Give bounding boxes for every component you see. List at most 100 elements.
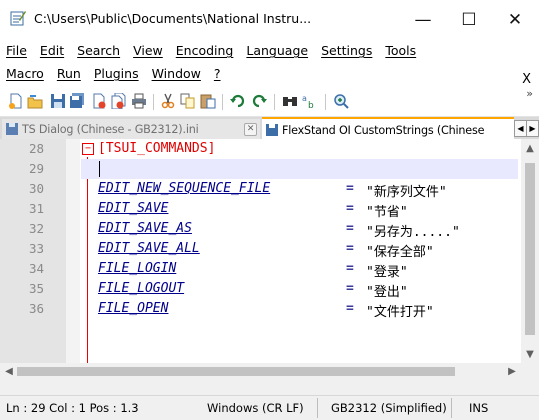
cut-icon[interactable] xyxy=(160,93,176,109)
close-all-icon[interactable] xyxy=(110,93,126,109)
menu-settings[interactable]: Settings xyxy=(321,43,372,58)
menu-file[interactable]: File xyxy=(6,43,27,58)
tab-scroll-right-icon[interactable]: ▶ xyxy=(526,120,539,137)
menu-row-2: Macro Run Plugins Window ? xyxy=(6,66,234,81)
new-file-icon[interactable] xyxy=(8,93,24,109)
encoding-status: GB2312 (Simplified) xyxy=(331,401,447,415)
entry-value: "新序列文件" xyxy=(366,185,447,200)
menu-search[interactable]: Search xyxy=(77,43,120,58)
replace-icon[interactable]: ab xyxy=(302,93,318,109)
scrollbar-corner xyxy=(521,363,539,380)
tab-bar: TS Dialog (Chinese - GB2312).ini ✕ FlexS… xyxy=(0,117,539,141)
tab-close-icon[interactable]: ✕ xyxy=(244,123,257,136)
title-bar[interactable]: C:\Users\Public\Documents\National Instr… xyxy=(0,0,539,40)
status-bar: Ln : 29 Col : 1 Pos : 1.3 Windows (CR LF… xyxy=(0,395,539,420)
redo-icon[interactable] xyxy=(251,93,267,109)
entry-value: "保存全部" xyxy=(366,245,434,260)
line-number: 31 xyxy=(28,201,44,216)
menu-help[interactable]: ? xyxy=(214,66,221,81)
maximize-button[interactable]: ☐ xyxy=(446,0,492,40)
svg-text:a: a xyxy=(302,94,307,103)
cursor-position: Ln : 29 Col : 1 Pos : 1.3 xyxy=(6,401,139,415)
tab-label: TS Dialog (Chinese - GB2312).ini xyxy=(22,122,199,136)
entry-key: FILE_LOGIN xyxy=(98,261,177,276)
find-icon[interactable] xyxy=(282,93,298,109)
close-button[interactable]: ✕ xyxy=(492,0,538,40)
toolbar-separator xyxy=(325,94,326,110)
print-icon[interactable] xyxy=(131,93,147,109)
scroll-right-icon[interactable]: ▶ xyxy=(503,363,521,380)
line-number: 28 xyxy=(28,141,44,156)
code-line: 29 xyxy=(0,159,520,179)
scroll-down-icon[interactable]: ▼ xyxy=(521,345,539,363)
menu-view[interactable]: View xyxy=(133,43,163,58)
menu-plugins[interactable]: Plugins xyxy=(94,66,139,81)
toolbar-separator xyxy=(222,94,223,110)
horizontal-scroll-thumb[interactable] xyxy=(17,367,455,376)
line-number: 36 xyxy=(28,301,44,316)
equals-sign: = xyxy=(346,201,354,216)
undo-icon[interactable] xyxy=(230,93,246,109)
toolbar: ab » xyxy=(0,86,539,117)
insert-mode: INS xyxy=(469,401,489,415)
editor-area[interactable]: 28 − [TSUI_COMMANDS] 29 30 EDIT_NEW_SEQU… xyxy=(0,139,539,380)
entry-key: EDIT_SAVE xyxy=(98,201,169,216)
menu-macro[interactable]: Macro xyxy=(6,66,44,81)
code-line: 36 FILE_OPEN = "文件打开" xyxy=(0,299,520,320)
close-file-icon[interactable] xyxy=(91,93,107,109)
entry-value: "文件打开" xyxy=(366,305,434,320)
menu-tools[interactable]: Tools xyxy=(385,43,416,58)
notepad-app-icon xyxy=(10,11,26,26)
entry-value: "登出" xyxy=(366,285,408,300)
fold-collapse-icon[interactable]: − xyxy=(82,143,94,155)
entry-value: "登录" xyxy=(366,265,408,280)
notepad-window: C:\Users\Public\Documents\National Instr… xyxy=(0,0,539,420)
line-number: 34 xyxy=(28,261,44,276)
scroll-left-icon[interactable]: ◀ xyxy=(0,363,18,380)
saved-file-icon xyxy=(266,124,278,136)
menu-window[interactable]: Window xyxy=(152,66,201,81)
vertical-scrollbar[interactable]: ▲ ▼ xyxy=(521,139,539,363)
line-number: 35 xyxy=(28,281,44,296)
vertical-scroll-thumb[interactable] xyxy=(525,163,535,335)
code-line: 31 EDIT_SAVE = "节省" xyxy=(0,199,520,220)
code-line: 30 EDIT_NEW_SEQUENCE_FILE = "新序列文件" xyxy=(0,179,520,200)
entry-key: FILE_LOGOUT xyxy=(98,281,185,296)
minimize-button[interactable]: — xyxy=(400,0,446,40)
copy-icon[interactable] xyxy=(180,93,196,109)
entry-key: EDIT_SAVE_ALL xyxy=(98,241,200,256)
menu-bar: File Edit Search View Encoding Language … xyxy=(0,40,539,87)
entry-value: "另存为....." xyxy=(366,225,460,240)
section-header: [TSUI_COMMANDS] xyxy=(98,141,216,156)
menu-edit[interactable]: Edit xyxy=(40,43,64,58)
svg-text:b: b xyxy=(308,101,314,109)
equals-sign: = xyxy=(346,241,354,256)
save-icon[interactable] xyxy=(50,93,66,109)
toolbar-separator xyxy=(274,94,275,110)
status-separator xyxy=(451,398,452,418)
equals-sign: = xyxy=(346,221,354,236)
text-caret xyxy=(99,161,100,177)
code-line: 28 − [TSUI_COMMANDS] xyxy=(0,139,520,159)
equals-sign: = xyxy=(346,281,354,296)
line-number: 32 xyxy=(28,221,44,236)
code-line: 33 EDIT_SAVE_ALL = "保存全部" xyxy=(0,239,520,260)
equals-sign: = xyxy=(346,261,354,276)
zoom-in-icon[interactable] xyxy=(333,93,349,109)
code-line: 32 EDIT_SAVE_AS = "另存为....." xyxy=(0,219,520,240)
menu-encoding[interactable]: Encoding xyxy=(176,43,234,58)
toolbar-overflow-icon[interactable]: » xyxy=(526,87,533,100)
paste-icon[interactable] xyxy=(200,93,216,109)
tab-label: FlexStand OI CustomStrings (Chinese xyxy=(282,123,485,137)
horizontal-scrollbar[interactable]: ◀ ▶ xyxy=(0,363,521,380)
entry-key: FILE_OPEN xyxy=(98,301,169,316)
open-file-icon[interactable] xyxy=(27,93,43,109)
tab-ts-dialog[interactable]: TS Dialog (Chinese - GB2312).ini ✕ xyxy=(2,119,260,139)
close-document-button[interactable]: X xyxy=(522,72,531,87)
window-title: C:\Users\Public\Documents\National Instr… xyxy=(34,11,312,26)
menu-language[interactable]: Language xyxy=(246,43,308,58)
scroll-up-icon[interactable]: ▲ xyxy=(521,139,539,157)
save-all-icon[interactable] xyxy=(69,93,85,109)
menu-run[interactable]: Run xyxy=(57,66,81,81)
tab-flexstand-custom-strings[interactable]: FlexStand OI CustomStrings (Chinese xyxy=(262,117,514,141)
